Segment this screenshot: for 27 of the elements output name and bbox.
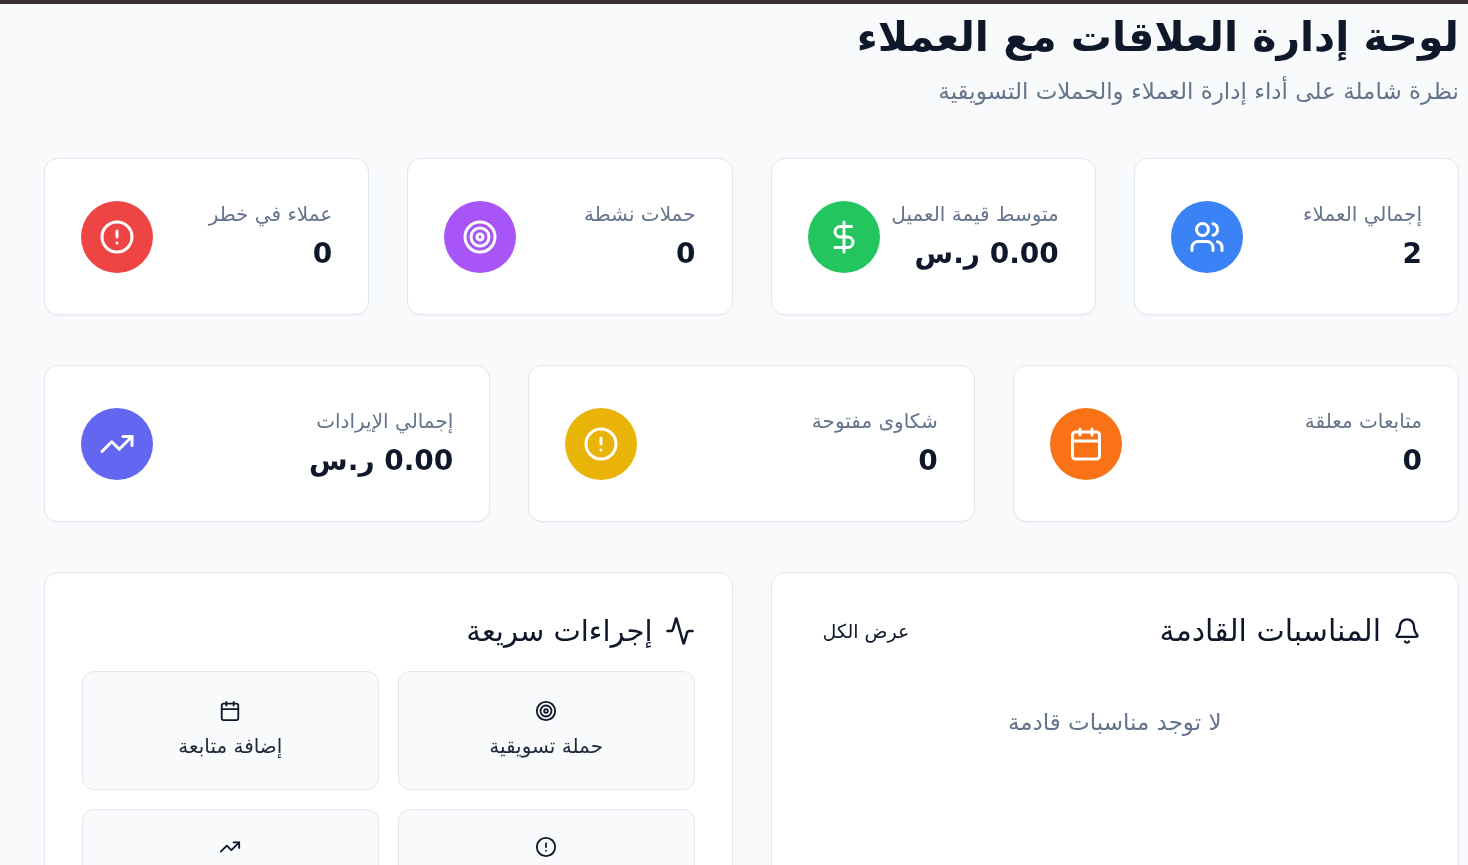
empty-message: لا توجد مناسبات قادمة (1006, 708, 1223, 737)
quick-action-button[interactable]: إضافة متابعة (82, 671, 379, 790)
exclamation-circle-icon (535, 836, 558, 858)
stat-value: 0.00 ر.س (309, 442, 454, 479)
stat-value: 2 (1402, 235, 1422, 272)
stat-label: متابعات معلقة (1304, 407, 1422, 435)
target-icon (535, 700, 558, 722)
stat-value: 0.00 ر.س (914, 235, 1059, 272)
calendar-icon (219, 700, 242, 722)
stat-label: إجمالي العملاء (1303, 200, 1422, 228)
stat-label: حملات نشطة (583, 200, 696, 228)
stat-value: 0 (918, 442, 938, 479)
page-subtitle: نظرة شاملة على أداء إدارة العملاء والحملات التسويقية (937, 76, 1459, 106)
pulse-icon (664, 616, 695, 646)
stat-value: 0 (676, 235, 696, 272)
stat-label: عملاء في خطر (208, 200, 333, 228)
stat-value: 0 (1402, 442, 1422, 479)
stat-label: متوسط قيمة العميل (891, 200, 1059, 228)
page-title: لوحة إدارة العلاقات مع العملاء (855, 12, 1459, 62)
quick-action-button[interactable]: حملة تسويقية (397, 671, 695, 790)
bell-icon (1393, 617, 1421, 645)
panel-title: المناسبات القادمة (1159, 612, 1381, 650)
stat-value: 0 (312, 235, 333, 272)
stat-label: إجمالي الإيرادات (316, 407, 454, 435)
stat-label: شكاوى مفتوحة (811, 407, 938, 435)
panel-title: إجراءات سريعة (466, 613, 653, 650)
view-all-link[interactable]: عرض الكل (808, 613, 924, 649)
